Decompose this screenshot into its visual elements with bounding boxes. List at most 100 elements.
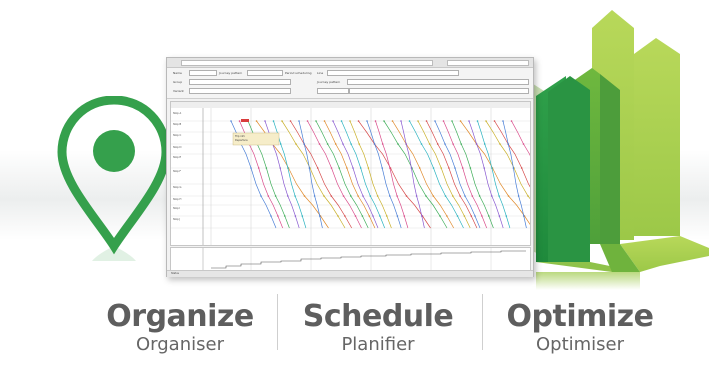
caption-subtitle: Organiser: [136, 334, 224, 355]
trip-stop-dot: [405, 143, 407, 145]
toolbar-label: Journey pattern: [219, 71, 243, 75]
trip-stop-dot: [507, 143, 510, 145]
stop-label: Stop D: [173, 146, 182, 149]
trip-trace: [392, 120, 455, 229]
trip-stop-dot: [444, 143, 446, 145]
trip-stop-dot: [460, 143, 463, 145]
toolbar-label: Journey pattern: [317, 80, 341, 84]
trip-stop-dot: [381, 143, 384, 145]
trip-stop-dot: [372, 215, 374, 217]
trip-stop-dot: [373, 143, 376, 145]
stop-label: Stop F: [173, 170, 181, 173]
trip-stop-dot: [337, 215, 339, 217]
trip-stop-dot: [334, 143, 337, 145]
name-field[interactable]: [189, 70, 217, 76]
trip-stop-dot: [287, 195, 289, 197]
trip-stop-dot: [332, 120, 334, 122]
trip-stop-dot: [374, 120, 377, 122]
trip-stop-dot: [498, 215, 501, 217]
variant-select[interactable]: [189, 88, 291, 94]
trip-stop-dot: [326, 143, 329, 145]
trip-stop-dot: [295, 143, 297, 145]
trip-stop-dot: [389, 195, 391, 197]
trip-stop-dot: [383, 120, 385, 122]
trip-stop-dot: [294, 215, 297, 217]
trip-stop-dot: [520, 167, 523, 169]
trip-stop-dot: [396, 195, 398, 197]
line-select[interactable]: [327, 70, 459, 76]
trip-stop-dot: [527, 195, 529, 197]
stop-label: Stop H: [173, 198, 182, 201]
trip-stop-dot: [376, 195, 379, 197]
caption-divider: [277, 294, 278, 350]
stop-label: Stop J: [173, 218, 181, 221]
caption-organize: Organize Organiser: [90, 300, 270, 356]
trip-stop-dot: [352, 167, 354, 169]
group-select[interactable]: [189, 79, 291, 85]
trip-stop-dot: [428, 143, 431, 145]
toolbar-label: Name: [173, 71, 182, 75]
schedule-graph-canvas: [171, 102, 530, 245]
trip-stop-dot: [463, 215, 466, 217]
trip-stop-dot: [483, 143, 486, 145]
schedule-graph[interactable]: Stop A Stop B Stop C Stop D Stop E Stop …: [170, 101, 531, 246]
trip-stop-dot: [475, 143, 478, 145]
trip-stop-dot: [439, 215, 441, 217]
vehicle-count-graph: [170, 247, 531, 271]
filter-field[interactable]: [349, 88, 529, 94]
trip-trace: [502, 120, 527, 229]
caption-optimize: Optimize Optimiser: [490, 300, 670, 356]
trip-trace: [451, 120, 494, 229]
journey-pattern-select[interactable]: [247, 70, 283, 76]
trip-stop-dot: [459, 195, 461, 197]
trip-stop-dot: [308, 167, 311, 169]
trip-stop-dot: [264, 120, 266, 122]
trip-stop-dot: [417, 120, 419, 122]
trip-trace: [494, 120, 530, 188]
pattern-select[interactable]: [347, 79, 529, 85]
trip-stop-dot: [323, 195, 325, 197]
trip-stop-dot: [323, 120, 326, 122]
trip-stop-dot: [432, 167, 435, 169]
trip-stop-dot: [474, 215, 476, 217]
trip-stop-dot: [512, 167, 515, 169]
stop-label: Stop I: [173, 207, 181, 210]
trip-stop-dot: [368, 215, 371, 217]
trip-stop-dot: [255, 120, 258, 122]
stop-label: Stop A: [173, 112, 182, 115]
trip-stop-dot: [436, 143, 439, 145]
location-pin-icon: [57, 96, 171, 261]
scheduling-app-window: Name Journey pattern Period scheduling L…: [166, 57, 534, 277]
trip-stop-dot: [415, 195, 418, 197]
trip-stop-dot: [298, 120, 300, 122]
stop-label: Stop G: [173, 186, 182, 189]
trip-stop-dot: [468, 120, 470, 122]
trip-stop-dot: [418, 167, 421, 169]
hero-banner: Name Journey pattern Period scheduling L…: [0, 0, 709, 369]
trip-stop-dot: [289, 120, 292, 122]
trip-stop-dot: [444, 195, 447, 197]
status-bar: Status: [167, 270, 533, 277]
trip-stop-dot: [279, 167, 281, 169]
trip-stop-dot: [287, 167, 289, 169]
trip-stop-dot: [452, 195, 454, 197]
trip-stop-dot: [279, 143, 282, 145]
trip-stop-dot: [507, 195, 510, 197]
trip-trace: [443, 120, 488, 229]
trip-stop-dot: [238, 120, 241, 122]
toolbar-label: Line: [317, 71, 324, 75]
trip-stop-dot: [357, 195, 359, 197]
address-field[interactable]: [181, 60, 433, 66]
trip-stop-dot: [488, 215, 490, 217]
trip-stop-dot: [459, 120, 462, 122]
trip-stop-dot: [452, 143, 454, 145]
trip-trace: [324, 120, 376, 229]
search-field[interactable]: [447, 60, 529, 66]
trip-trace: [468, 120, 504, 229]
option-select[interactable]: [317, 88, 349, 94]
trip-stop-dot: [346, 167, 348, 169]
trip-stop-dot: [502, 120, 504, 122]
trip-trace: [426, 120, 478, 229]
caption-title: Optimize: [506, 299, 654, 334]
trip-stop-dot: [491, 167, 493, 169]
